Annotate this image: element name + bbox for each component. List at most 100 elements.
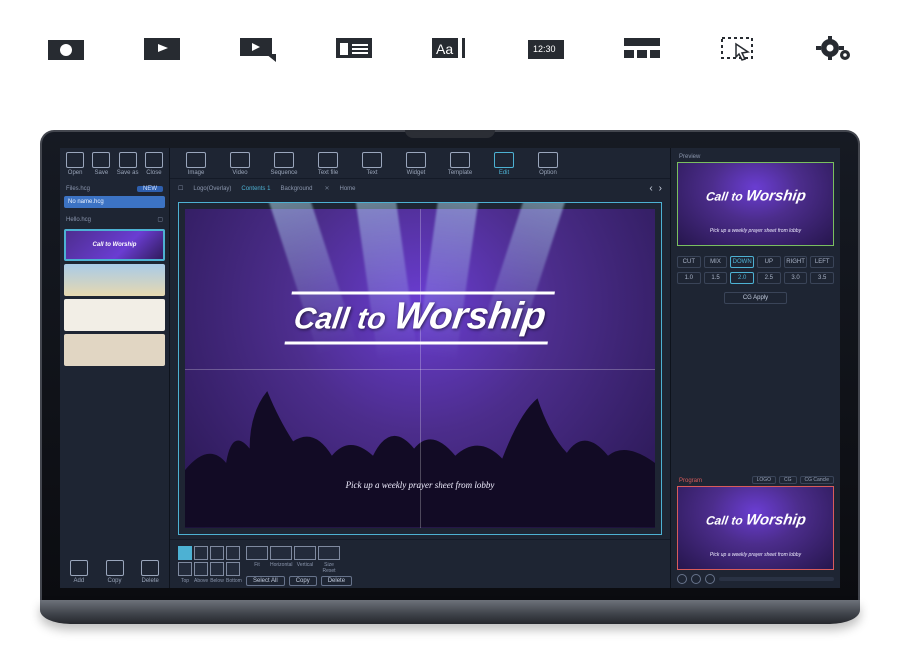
alignment-tools: TopAboveBelowBottom FitHorizontalVertica… — [170, 539, 670, 588]
tool-3[interactable] — [210, 546, 224, 560]
tab-home[interactable]: Home — [340, 186, 356, 192]
stop-icon[interactable] — [705, 574, 715, 584]
svg-text:12:30: 12:30 — [533, 44, 556, 54]
text-lines-icon — [334, 34, 374, 62]
app-screen: Open Save Save as Close Files.hcg NEW No… — [60, 148, 840, 588]
delete-slide-button[interactable]: Delete — [135, 560, 165, 584]
prev-icon[interactable]: ‹ — [649, 183, 652, 194]
video-player-icon — [142, 34, 182, 62]
dur-2[interactable]: 1.5 — [704, 272, 728, 284]
dur-4[interactable]: 2.5 — [757, 272, 781, 284]
align-above[interactable] — [194, 562, 208, 576]
insert-video-button[interactable]: Video — [222, 152, 258, 176]
files-panel-title: Files.hcg — [66, 186, 90, 192]
open-button[interactable]: Open — [64, 152, 86, 176]
canvas-subtitle[interactable]: Pick up a weekly prayer sheet from lobby — [346, 480, 495, 490]
delete-button[interactable]: Delete — [321, 576, 352, 586]
tab-close-icon[interactable]: ✕ — [324, 185, 329, 192]
left-panel: Open Save Save as Close Files.hcg NEW No… — [60, 148, 170, 588]
svg-text:Aa: Aa — [436, 41, 453, 57]
canvas-area: Call to Worship Pick up a weekly prayer … — [170, 198, 670, 539]
insert-text-button[interactable]: Text — [354, 152, 390, 176]
right-panel: Preview Call to WorshipPick up a weekly … — [670, 148, 840, 588]
insert-widget-button[interactable]: Widget — [398, 152, 434, 176]
horizontal-button[interactable] — [270, 546, 292, 560]
save-button[interactable]: Save — [90, 152, 112, 176]
edit-button[interactable]: Edit — [486, 152, 522, 176]
laptop-mockup: Open Save Save as Close Files.hcg NEW No… — [40, 130, 860, 624]
copy-button[interactable]: Copy — [289, 576, 317, 586]
pause-icon[interactable] — [691, 574, 701, 584]
align-bottom[interactable] — [226, 562, 240, 576]
hello-panel-corner: ▢ — [157, 216, 163, 223]
trans-mix[interactable]: MIX — [704, 256, 728, 268]
cg-apply-button[interactable]: CG Apply — [724, 292, 787, 304]
option-button[interactable]: Option — [530, 152, 566, 176]
presenter-icon — [238, 34, 278, 62]
preview-label: Preview — [679, 154, 834, 160]
tag-cg-cancel[interactable]: CG Cancle — [800, 476, 834, 484]
hello-panel-title: Hello.hcg — [66, 217, 91, 223]
insert-textfile-button[interactable]: Text file — [310, 152, 346, 176]
slide-thumb-3[interactable] — [64, 299, 165, 331]
fit-button[interactable] — [246, 546, 268, 560]
size-reset-button[interactable] — [318, 546, 340, 560]
select-icon — [718, 34, 758, 62]
save-as-button[interactable]: Save as — [117, 152, 139, 176]
camera-icon — [46, 34, 86, 62]
program-label: Program — [679, 478, 702, 484]
trans-right[interactable]: RIGHT — [784, 256, 808, 268]
gear-icon — [814, 34, 854, 62]
insert-image-button[interactable]: Image — [178, 152, 214, 176]
dur-5[interactable]: 3.0 — [784, 272, 808, 284]
new-file-button[interactable]: NEW — [137, 186, 163, 192]
slide-thumb-1[interactable] — [64, 229, 165, 261]
insert-template-button[interactable]: Template — [442, 152, 478, 176]
tab-logo[interactable]: Logo(Overlay) — [193, 186, 231, 192]
preview-monitor[interactable]: Call to WorshipPick up a weekly prayer s… — [677, 162, 834, 246]
vertical-button[interactable] — [294, 546, 316, 560]
hello-panel-header: Hello.hcg ▢ — [64, 214, 165, 225]
dur-1[interactable]: 1.0 — [677, 272, 701, 284]
tool-1[interactable] — [178, 546, 192, 560]
slide-actions: Add Copy Delete — [64, 554, 165, 584]
trans-down[interactable]: DOWN — [730, 256, 754, 268]
close-button[interactable]: Close — [143, 152, 165, 176]
slide-thumb-2[interactable] — [64, 264, 165, 296]
laptop-bezel: Open Save Save as Close Files.hcg NEW No… — [40, 130, 860, 600]
slide-thumb-4[interactable] — [64, 334, 165, 366]
feature-icon-strip: Aa 12:30 — [0, 0, 900, 112]
tab-contents[interactable]: Contents 1 — [241, 186, 270, 192]
trans-up[interactable]: UP — [757, 256, 781, 268]
tab-background[interactable]: Background — [280, 186, 312, 192]
dur-6[interactable]: 3.5 — [810, 272, 834, 284]
select-all-button[interactable]: Select All — [246, 576, 285, 586]
center-panel: Image Video Sequence Text file Text Widg… — [170, 148, 670, 588]
progress-track[interactable] — [719, 577, 834, 581]
laptop-base — [40, 600, 860, 624]
tool-4[interactable] — [226, 546, 240, 560]
file-row[interactable]: No name.hcg — [64, 196, 165, 208]
dur-3[interactable]: 2.0 — [730, 272, 754, 284]
canvas[interactable]: Call to Worship Pick up a weekly prayer … — [178, 202, 662, 535]
grid-icon — [622, 34, 662, 62]
transport-controls — [677, 574, 834, 584]
tab-check-icon: ☐ — [178, 185, 183, 192]
tag-cg[interactable]: CG — [779, 476, 797, 484]
tag-logo[interactable]: LOGO — [752, 476, 776, 484]
program-monitor[interactable]: Call to WorshipPick up a weekly prayer s… — [677, 486, 834, 570]
font-icon: Aa — [430, 34, 470, 62]
play-icon[interactable] — [677, 574, 687, 584]
trans-left[interactable]: LEFT — [810, 256, 834, 268]
copy-slide-button[interactable]: Copy — [100, 560, 130, 584]
align-below[interactable] — [210, 562, 224, 576]
duration-row: 1.0 1.5 2.0 2.5 3.0 3.5 — [677, 272, 834, 284]
next-icon[interactable]: › — [659, 183, 662, 194]
insert-sequence-button[interactable]: Sequence — [266, 152, 302, 176]
canvas-title[interactable]: Call to Worship — [291, 296, 548, 339]
trans-cut[interactable]: CUT — [677, 256, 701, 268]
add-slide-button[interactable]: Add — [64, 560, 94, 584]
layer-tabs: ☐ Logo(Overlay) Contents 1 Background ✕ … — [170, 179, 670, 198]
tool-2[interactable] — [194, 546, 208, 560]
align-top[interactable] — [178, 562, 192, 576]
